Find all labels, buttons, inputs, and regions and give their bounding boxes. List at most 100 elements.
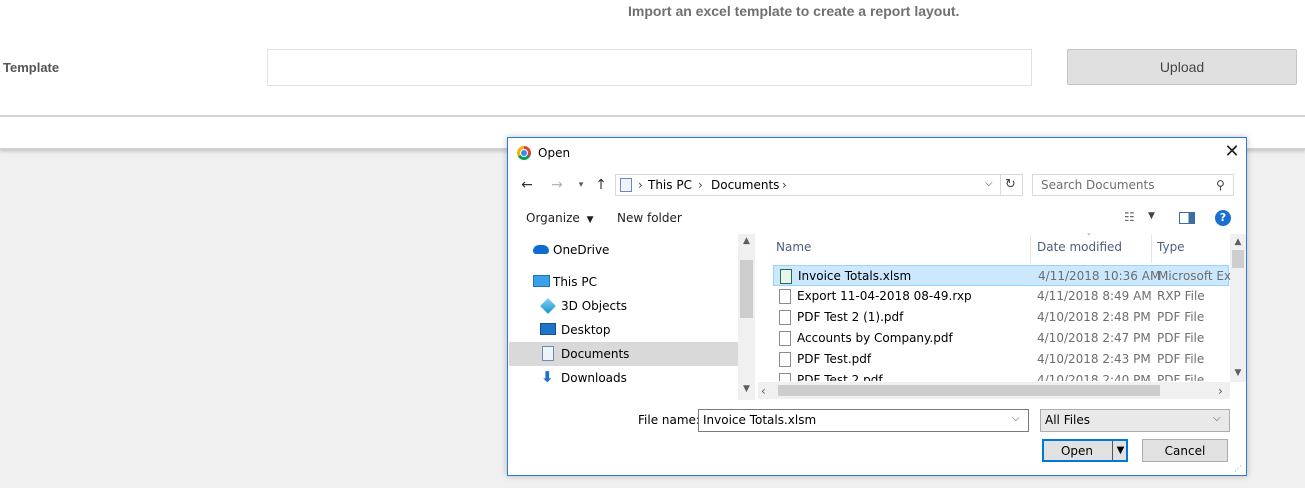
nav-item-onedrive[interactable]: OneDrive (509, 238, 738, 262)
breadcrumb-this-pc[interactable]: This PC (648, 178, 692, 192)
file-name: Invoice Totals.xlsm (798, 269, 912, 283)
computer-icon (533, 275, 550, 287)
file-name: PDF Test.pdf (797, 352, 872, 366)
horizontal-scroll-thumb[interactable] (778, 385, 1160, 396)
nav-item-label: This PC (553, 275, 597, 289)
file-list-clip: PDF Test 2.pdf 4/10/2018 2:40 PM PDF Fil… (773, 370, 1229, 381)
address-dropdown-chevron-icon[interactable]: ⌵ (985, 178, 993, 189)
page-divider (0, 115, 1305, 117)
file-type: PDF File (1157, 331, 1205, 345)
file-row[interactable]: PDF Test 2 (1).pdf 4/10/2018 2:48 PM PDF… (773, 307, 1229, 328)
search-documents-input[interactable]: Search Documents ⚲ (1032, 174, 1234, 196)
file-type: PDF File (1157, 352, 1205, 366)
onedrive-icon (533, 245, 549, 254)
nav-item-label: 3D Objects (561, 299, 628, 313)
column-header-name[interactable]: Name (776, 240, 811, 254)
new-folder-button[interactable]: New folder (617, 211, 682, 225)
nav-item-label: Downloads (561, 371, 627, 385)
file-row[interactable]: Export 11-04-2018 08-49.rxp 4/11/2018 8:… (773, 286, 1229, 307)
breadcrumb-separator-icon: › (782, 178, 787, 192)
file-list-vertical-scrollbar[interactable]: ▲ ▼ (1230, 234, 1246, 382)
dialog-titlebar[interactable]: Open ✕ (508, 138, 1246, 168)
file-name: Accounts by Company.pdf (797, 331, 953, 345)
breadcrumb-documents[interactable]: Documents (711, 178, 779, 192)
column-divider (1151, 235, 1152, 263)
file-type: Microsoft Excel (1158, 269, 1230, 283)
view-options-icon[interactable]: ☷ (1124, 210, 1135, 224)
file-date: 4/10/2018 2:40 PM (1037, 373, 1151, 381)
file-type: RXP File (1157, 289, 1205, 303)
scroll-left-arrow-icon[interactable]: ‹ (761, 384, 766, 398)
nav-item-this-pc[interactable]: This PC (509, 270, 738, 294)
nav-item-label: OneDrive (553, 243, 610, 257)
open-file-dialog: Open ✕ ← → ▾ ↑ › This PC › Documents › ⌵… (507, 137, 1247, 476)
file-name-label: File name: (638, 413, 700, 427)
preview-pane-icon[interactable] (1179, 212, 1195, 224)
column-header-type[interactable]: Type (1157, 240, 1185, 254)
breadcrumb-separator-icon: › (698, 178, 703, 192)
page-header-panel: Import an excel template to create a rep… (0, 0, 1305, 150)
scroll-right-arrow-icon[interactable]: › (1218, 384, 1223, 398)
nav-item-desktop[interactable]: Desktop (509, 318, 738, 342)
file-date: 4/10/2018 2:43 PM (1037, 352, 1151, 366)
file-row[interactable]: PDF Test 2.pdf 4/10/2018 2:40 PM PDF Fil… (773, 370, 1229, 381)
recent-locations-chevron-icon[interactable]: ▾ (570, 174, 592, 196)
pdf-file-icon (779, 352, 791, 367)
nav-item-3d-objects[interactable]: 3D Objects (509, 294, 738, 318)
organize-button[interactable]: Organize ▼ (526, 211, 594, 225)
file-name-value: Invoice Totals.xlsm (703, 413, 817, 427)
file-date: 4/11/2018 10:36 AM (1038, 269, 1161, 283)
file-name: PDF Test 2.pdf (797, 373, 883, 381)
file-type-value: All Files (1045, 413, 1091, 427)
help-icon[interactable]: ? (1215, 210, 1231, 226)
file-list-horizontal-scrollbar[interactable]: ‹ › (758, 382, 1230, 399)
file-date: 4/11/2018 8:49 AM (1037, 289, 1152, 303)
file-name-dropdown-chevron-icon[interactable]: ⌵ (1012, 413, 1020, 424)
excel-file-icon (780, 269, 792, 284)
file-name: PDF Test 2 (1).pdf (797, 310, 904, 324)
nav-item-documents[interactable]: Documents (509, 342, 738, 366)
nav-item-downloads[interactable]: ⬇ Downloads (509, 366, 738, 390)
scroll-up-arrow-icon[interactable]: ▲ (1230, 237, 1246, 247)
address-divider (1000, 175, 1001, 195)
documents-location-icon (620, 178, 632, 192)
file-name-input[interactable]: Invoice Totals.xlsm ⌵ (698, 409, 1029, 432)
file-row[interactable]: Accounts by Company.pdf 4/10/2018 2:47 P… (773, 328, 1229, 349)
file-date: 4/10/2018 2:47 PM (1037, 331, 1151, 345)
template-file-input[interactable] (267, 49, 1032, 86)
file-type: PDF File (1157, 310, 1205, 324)
address-bar[interactable]: › This PC › Documents › ⌵ ↻ (615, 174, 1023, 196)
navigation-scroll-thumb[interactable] (740, 260, 753, 318)
page-subtitle: Import an excel template to create a rep… (628, 3, 960, 19)
upload-button[interactable]: Upload (1067, 49, 1297, 85)
file-list-scroll-thumb[interactable] (1232, 250, 1244, 268)
cancel-button[interactable]: Cancel (1142, 439, 1228, 462)
file-row[interactable]: Invoice Totals.xlsm 4/11/2018 10:36 AM M… (773, 265, 1230, 286)
desktop-icon (540, 323, 556, 335)
file-row[interactable]: PDF Test.pdf 4/10/2018 2:43 PM PDF File (773, 349, 1229, 370)
nav-item-label: Documents (561, 347, 630, 361)
forward-arrow-icon[interactable]: → (546, 174, 568, 196)
column-header-date-modified[interactable]: Date modified (1037, 240, 1122, 254)
back-arrow-icon[interactable]: ← (516, 174, 538, 196)
view-chevron-icon[interactable]: ▼ (1148, 211, 1155, 221)
file-name: Export 11-04-2018 08-49.rxp (797, 289, 972, 303)
template-label: Template (3, 60, 60, 75)
search-placeholder: Search Documents (1041, 178, 1155, 192)
download-arrow-icon: ⬇ (541, 368, 554, 386)
organize-chevron-icon: ▼ (586, 215, 594, 225)
scroll-up-arrow-icon[interactable]: ▲ (738, 236, 755, 246)
pdf-file-icon (779, 373, 791, 381)
file-type-select[interactable]: All Files ⌵ (1040, 409, 1230, 432)
scroll-down-arrow-icon[interactable]: ▼ (1230, 368, 1246, 378)
resize-grip-icon[interactable]: ⋰ (1234, 464, 1242, 473)
close-icon[interactable]: ✕ (1222, 141, 1242, 163)
open-split-chevron-icon[interactable]: ▼ (1112, 441, 1128, 460)
refresh-icon[interactable]: ↻ (1005, 177, 1016, 192)
navigation-pane-scrollbar[interactable]: ▲ ▼ (738, 234, 755, 400)
pdf-file-icon (779, 310, 791, 325)
search-icon[interactable]: ⚲ (1216, 178, 1225, 192)
scroll-down-arrow-icon[interactable]: ▼ (738, 384, 755, 394)
up-arrow-icon[interactable]: ↑ (590, 174, 612, 196)
file-type: PDF File (1157, 373, 1205, 381)
